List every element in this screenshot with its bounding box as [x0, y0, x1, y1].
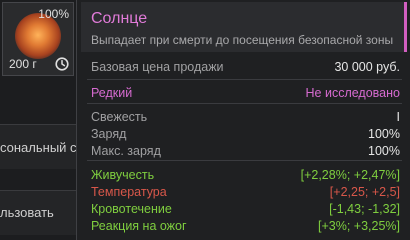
price-row: Базовая цена продажи 30 000 руб.	[91, 60, 400, 74]
use-button-label: льзовать	[0, 205, 54, 220]
rarity-row: Редкий Не исследовано	[91, 86, 400, 100]
stat-row-max-charge: Макс. заряд 100%	[91, 144, 400, 158]
effect-value: [+2,28%; +2,47%]	[300, 168, 400, 182]
effect-value: [-1,43; -1,32]	[329, 202, 400, 216]
effect-value: [+3%; +3,25%]	[317, 219, 400, 233]
clock-icon	[55, 57, 69, 71]
artifact-slot[interactable]: 100% 200 г	[2, 2, 74, 76]
stat-label: Заряд	[91, 127, 127, 141]
effect-label: Температура	[91, 185, 167, 199]
effect-label: Кровотечение	[91, 202, 172, 216]
effect-row-temperature: Температура [+2,25; +2,5]	[91, 185, 400, 199]
effect-row-vitality: Живучесть [+2,28%; +2,47%]	[91, 168, 400, 182]
stat-row-charge: Заряд 100%	[91, 127, 400, 141]
charge-badge: 100%	[38, 7, 69, 21]
stat-value: 100%	[368, 144, 400, 158]
price-value: 30 000 руб.	[334, 60, 400, 74]
stat-label: Свежесть	[91, 110, 148, 124]
stat-value: I	[396, 110, 400, 124]
weight-badge: 200 г	[9, 57, 37, 71]
stat-label: Макс. заряд	[91, 144, 161, 158]
research-status: Не исследовано	[305, 86, 400, 100]
stat-row-freshness: Свежесть I	[91, 110, 400, 124]
effect-row-burn-reaction: Реакция на ожог [+3%; +3,25%]	[91, 219, 400, 233]
item-title: Солнце	[91, 10, 148, 27]
effect-row-bleeding: Кровотечение [-1,43; -1,32]	[91, 202, 400, 216]
sidebar-option-1-label: сональный с	[0, 140, 77, 155]
price-label: Базовая цена продажи	[91, 60, 224, 74]
effect-value: [+2,25; +2,5]	[329, 185, 400, 199]
tooltip-header: Солнце Выпадает при смерти до посещения …	[81, 2, 407, 52]
divider	[87, 103, 402, 104]
divider	[87, 160, 402, 161]
rarity-label: Редкий	[91, 86, 133, 100]
effect-label: Реакция на ожог	[91, 219, 187, 233]
divider	[87, 79, 402, 80]
effect-label: Живучесть	[91, 168, 155, 182]
item-tooltip: Солнце Выпадает при смерти до посещения …	[76, 0, 410, 240]
stat-value: 100%	[368, 127, 400, 141]
item-description: Выпадает при смерти до посещения безопас…	[91, 33, 394, 47]
